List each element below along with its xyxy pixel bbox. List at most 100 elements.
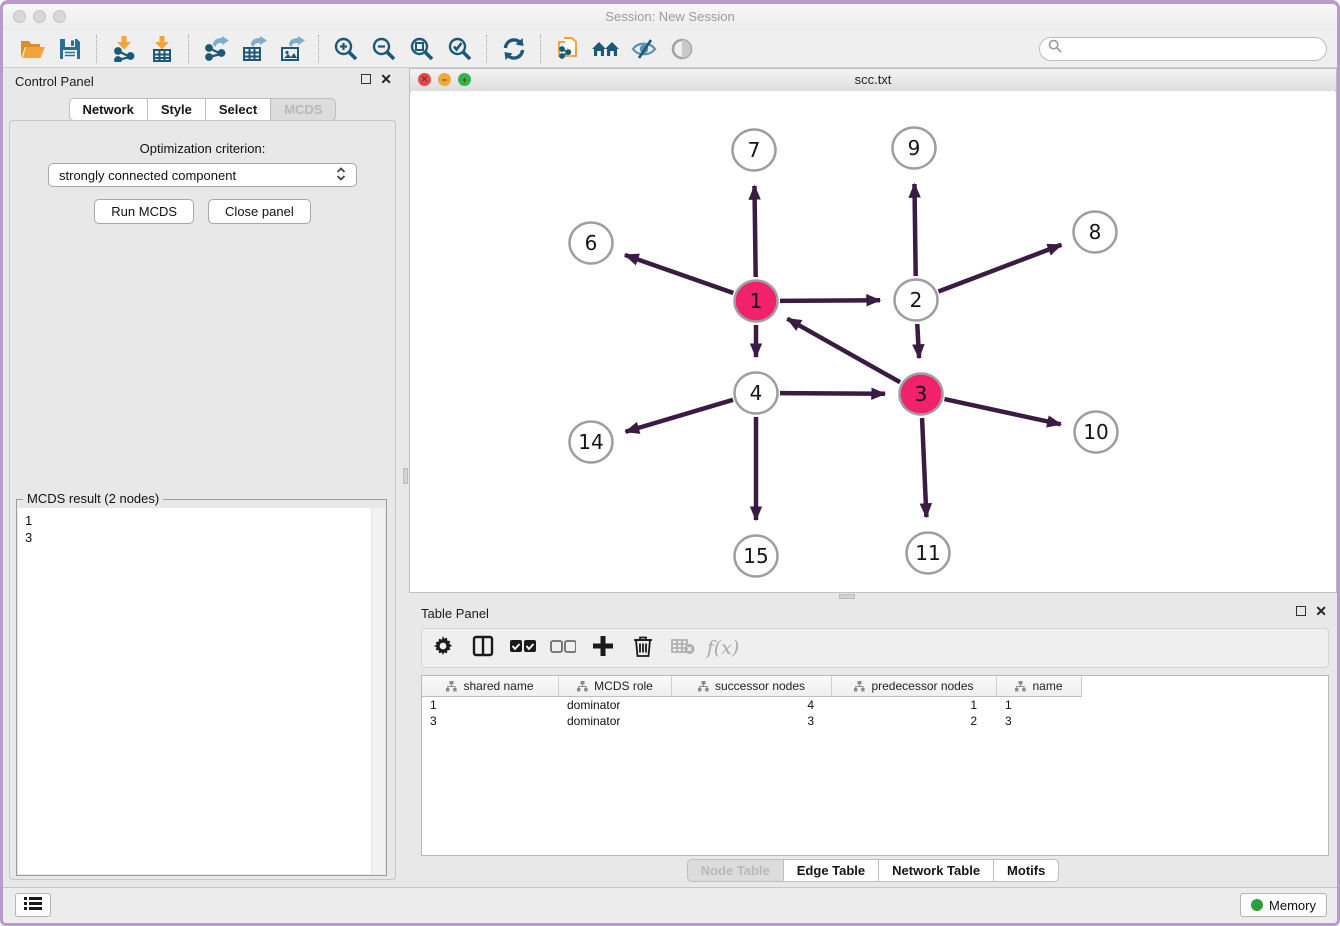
apply-layout-button[interactable]	[495, 33, 533, 65]
hide-selected-button[interactable]	[625, 33, 663, 65]
show-columns-button[interactable]	[470, 635, 496, 661]
first-neighbors-button[interactable]	[587, 33, 625, 65]
cell-successor-nodes[interactable]: 4	[672, 697, 832, 713]
graph-node-14[interactable]: 14	[570, 422, 613, 463]
cell-shared-name[interactable]: 1	[422, 697, 559, 713]
show-panels-button[interactable]	[15, 893, 51, 917]
zoom-selected-button[interactable]	[441, 33, 479, 65]
graph-node-11[interactable]: 11	[907, 533, 950, 574]
cell-successor-nodes[interactable]: 3	[672, 713, 832, 729]
graph-node-15[interactable]: 15	[735, 536, 778, 577]
delete-column-button[interactable]	[630, 635, 656, 661]
toolbar-separator	[96, 35, 98, 63]
window-title: Session: New Session	[3, 9, 1337, 24]
graph-edge-2-8[interactable]	[938, 245, 1061, 292]
tab-network[interactable]: Network	[69, 98, 148, 121]
cell-name[interactable]: 3	[997, 713, 1082, 729]
cell-MCDS-role[interactable]: dominator	[559, 713, 672, 729]
graph-node-2[interactable]: 2	[895, 280, 938, 321]
splitter-grip[interactable]	[839, 594, 855, 599]
eye-slash-icon	[630, 37, 658, 61]
close-panel-icon[interactable]: ✕	[380, 74, 392, 84]
memory-button[interactable]: Memory	[1240, 893, 1327, 917]
float-panel-icon[interactable]	[1296, 606, 1306, 616]
graph-edge-2-9[interactable]	[914, 184, 915, 276]
graph-edge-2-3[interactable]	[917, 324, 919, 358]
tab-edge-table[interactable]: Edge Table	[783, 859, 879, 882]
network-canvas[interactable]: 7 9 6 8 1 2 4 3 14 10 15 11	[411, 91, 1335, 591]
graph-edge-4-14[interactable]	[626, 400, 733, 432]
export-network-button[interactable]	[197, 33, 235, 65]
mcds-result-box: 1 3	[18, 508, 385, 874]
show-all-button[interactable]	[663, 33, 701, 65]
tab-mcds[interactable]: MCDS	[270, 98, 336, 121]
close-panel-button[interactable]: Close panel	[208, 199, 311, 224]
zoom-fit-button[interactable]	[403, 33, 441, 65]
cell-shared-name[interactable]: 3	[422, 713, 559, 729]
vertical-splitter[interactable]	[402, 68, 409, 888]
graph-edge-3-10[interactable]	[944, 399, 1060, 424]
table-toolbar: f(x)	[421, 628, 1329, 668]
cell-MCDS-role[interactable]: dominator	[559, 697, 672, 713]
function-builder-button[interactable]: f(x)	[710, 635, 736, 661]
graph-node-10[interactable]: 10	[1075, 412, 1118, 453]
run-mcds-button[interactable]: Run MCDS	[94, 199, 194, 224]
graph-edge-3-11[interactable]	[922, 418, 926, 517]
toolbar-separator	[188, 35, 190, 63]
tab-select[interactable]: Select	[205, 98, 271, 121]
criterion-select[interactable]: strongly connected component	[48, 163, 357, 187]
export-table-button[interactable]	[235, 33, 273, 65]
deselect-all-button[interactable]	[550, 635, 576, 661]
zoom-in-button[interactable]	[327, 33, 365, 65]
result-scrollbar[interactable]	[371, 508, 385, 874]
graph-node-1[interactable]: 1	[735, 281, 778, 322]
table-row[interactable]: 1dominator411	[422, 697, 1328, 713]
tab-style[interactable]: Style	[147, 98, 206, 121]
table-row[interactable]: 3dominator323	[422, 713, 1328, 729]
column-header-successor-nodes[interactable]: successor nodes	[672, 676, 832, 697]
close-panel-icon[interactable]: ✕	[1315, 606, 1327, 616]
import-table-button[interactable]	[143, 33, 181, 65]
graph-edge-1-6[interactable]	[625, 255, 733, 293]
graph-node-8[interactable]: 8	[1074, 212, 1117, 253]
graph-node-3[interactable]: 3	[900, 374, 943, 415]
graph-node-9[interactable]: 9	[893, 128, 936, 169]
toolbar-separator	[318, 35, 320, 63]
network-graph: 7 9 6 8 1 2 4 3 14 10 15 11	[411, 91, 1335, 591]
graph-edge-3-1[interactable]	[787, 319, 900, 383]
column-header-predecessor-nodes[interactable]: predecessor nodes	[832, 676, 997, 697]
export-image-button[interactable]	[273, 33, 311, 65]
graph-edge-4-3[interactable]	[780, 393, 885, 394]
table-settings-button[interactable]	[430, 635, 456, 661]
import-network-button[interactable]	[105, 33, 143, 65]
graph-edge-1-7[interactable]	[754, 186, 755, 277]
delete-table-button[interactable]	[670, 635, 696, 661]
search-input[interactable]	[1067, 40, 1318, 57]
splitter-grip[interactable]	[403, 468, 408, 484]
graph-edge-1-2[interactable]	[780, 300, 880, 301]
tab-network-table[interactable]: Network Table	[878, 859, 994, 882]
clone-network-button[interactable]	[549, 33, 587, 65]
graph-node-7[interactable]: 7	[733, 130, 776, 171]
horizontal-splitter[interactable]	[409, 593, 1337, 600]
column-header-shared-name[interactable]: shared name	[422, 676, 559, 697]
zoom-out-button[interactable]	[365, 33, 403, 65]
svg-text:8: 8	[1089, 220, 1102, 244]
network-view-window: ✕ − + scc.txt 7968124314101511	[409, 68, 1337, 593]
tree-icon	[577, 681, 588, 692]
tab-motifs[interactable]: Motifs	[993, 859, 1059, 882]
cell-predecessor-nodes[interactable]: 2	[832, 713, 997, 729]
save-session-button[interactable]	[51, 33, 89, 65]
cell-predecessor-nodes[interactable]: 1	[832, 697, 997, 713]
graph-node-6[interactable]: 6	[570, 223, 613, 264]
add-column-button[interactable]	[590, 635, 616, 661]
graph-node-4[interactable]: 4	[735, 373, 778, 414]
open-session-button[interactable]	[13, 33, 51, 65]
float-panel-icon[interactable]	[361, 74, 371, 84]
cell-name[interactable]: 1	[997, 697, 1082, 713]
select-all-button[interactable]	[510, 635, 536, 661]
unchecked-boxes-icon	[550, 639, 576, 658]
tab-node-table[interactable]: Node Table	[687, 859, 784, 882]
column-header-MCDS-role[interactable]: MCDS role	[559, 676, 672, 697]
column-header-name[interactable]: name	[997, 676, 1082, 697]
